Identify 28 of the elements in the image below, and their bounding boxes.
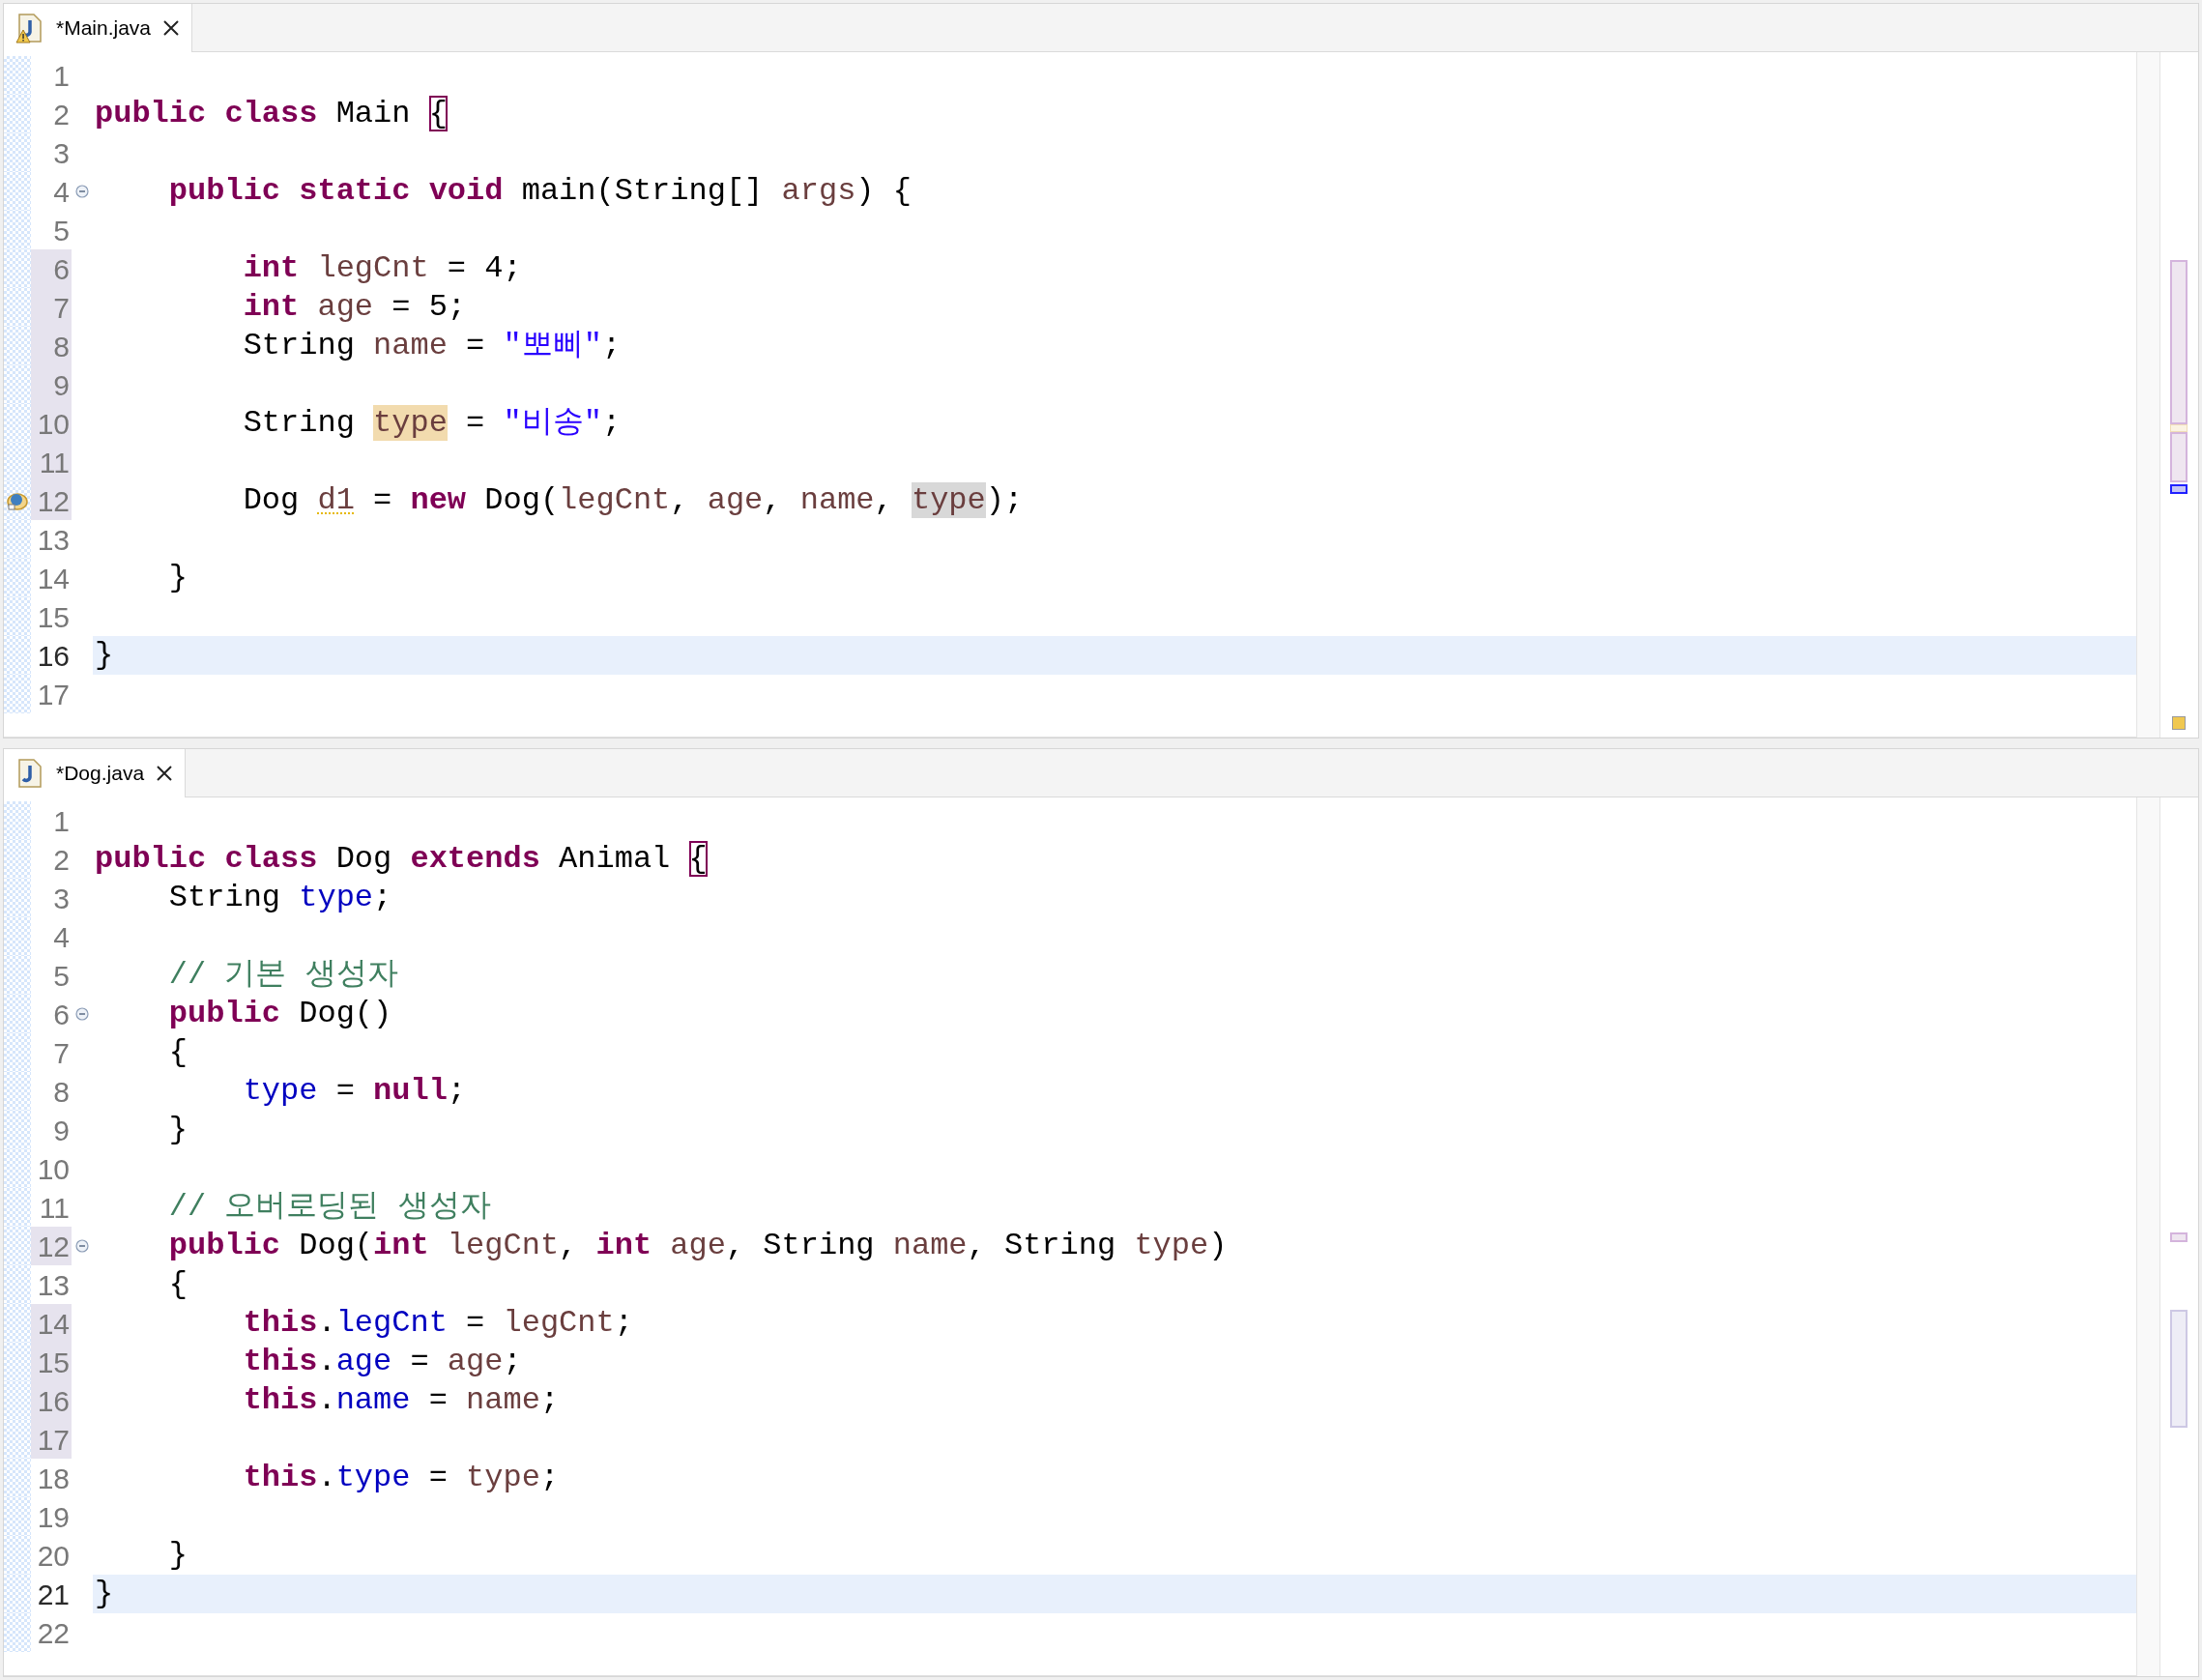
- overview-marker[interactable]: [2170, 432, 2188, 482]
- close-icon[interactable]: [162, 19, 181, 37]
- line-number: 9: [31, 365, 72, 404]
- java-file-icon: [15, 13, 44, 43]
- line-number: 6: [31, 249, 72, 288]
- collapse-icon[interactable]: [75, 1007, 89, 1021]
- tab-label: *Dog.java: [56, 761, 145, 787]
- collapse-icon[interactable]: [75, 185, 89, 198]
- warning-summary-icon[interactable]: [2172, 716, 2186, 730]
- line-number: 11: [31, 443, 72, 481]
- editor-tab[interactable]: *Dog.java: [4, 749, 187, 797]
- line-number: 10: [31, 404, 72, 443]
- line-number: 12: [31, 481, 72, 520]
- editor-tab[interactable]: *Main.java: [4, 4, 193, 52]
- line-number: 14: [31, 1304, 72, 1343]
- line-number: 8: [31, 327, 72, 365]
- line-number: 7: [31, 288, 72, 327]
- close-icon[interactable]: [156, 765, 174, 782]
- overview-marker[interactable]: [2170, 484, 2188, 494]
- collapse-icon[interactable]: [75, 1239, 89, 1253]
- line-number: 16: [31, 1381, 72, 1420]
- line-number: 15: [31, 1343, 72, 1381]
- java-file-icon: [15, 758, 44, 789]
- line-number: 12: [31, 1227, 72, 1265]
- overview-marker[interactable]: [2170, 1232, 2188, 1242]
- tab-label: *Main.java: [56, 15, 152, 42]
- line-number: 17: [31, 1420, 72, 1459]
- overview-marker[interactable]: [2170, 260, 2188, 424]
